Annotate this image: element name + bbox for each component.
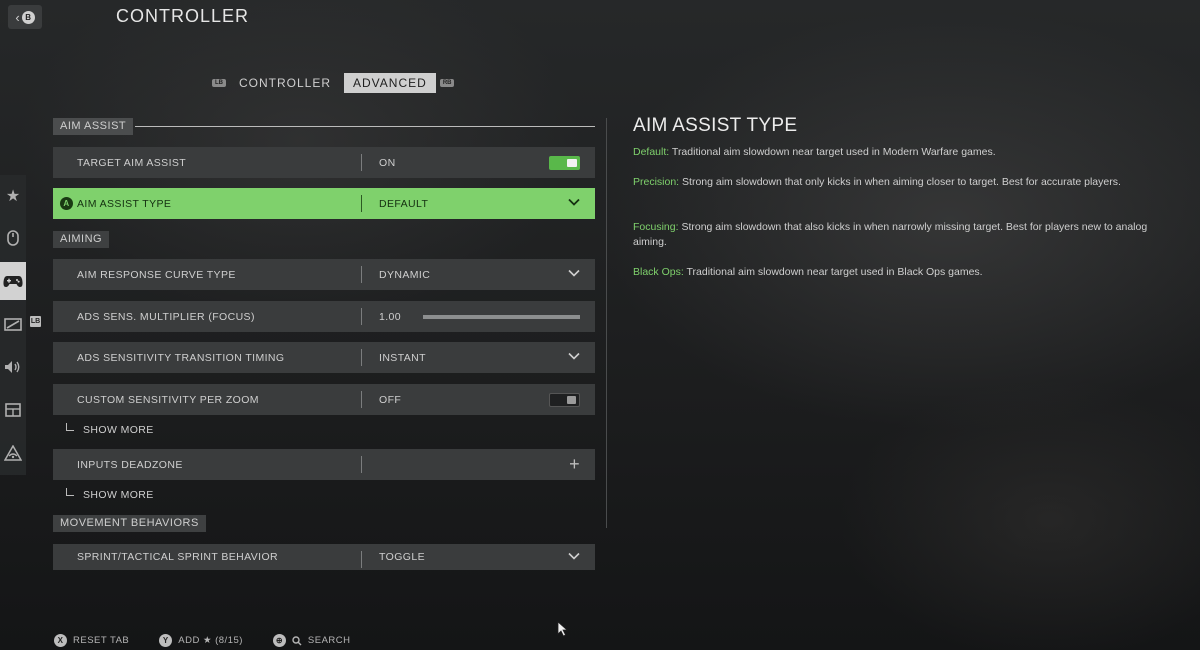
plus-icon[interactable]: + [569, 454, 580, 475]
sensitivity-slider[interactable] [423, 315, 580, 319]
tab-advanced[interactable]: ADVANCED [344, 73, 436, 93]
panel-divider [606, 118, 607, 528]
y-button-glyph: Y [159, 634, 173, 647]
tab-bar: LB CONTROLLER ADVANCED RB [212, 73, 455, 93]
detail-entry-focusing: Focusing: Strong aim slowdown that also … [633, 220, 1153, 250]
interface-icon[interactable] [0, 391, 26, 429]
show-more-link[interactable]: SHOW MORE [66, 423, 154, 436]
footer-bar: X RESET TAB Y ADD ★ (8/15) ⊕ SEARCH [54, 634, 351, 647]
sidebar: ★ [0, 175, 26, 475]
add-favorite-button[interactable]: ADD ★ (8/15) [178, 635, 243, 646]
row-label: AIM RESPONSE CURVE TYPE [77, 268, 236, 281]
row-aim-response-curve[interactable]: AIM RESPONSE CURVE TYPE DYNAMIC [53, 259, 595, 290]
entry-text: Traditional aim slowdown near target use… [669, 146, 996, 158]
chevron-down-icon[interactable] [567, 266, 581, 280]
tree-elbow-icon [66, 423, 74, 431]
row-aim-assist-type[interactable]: A AIM ASSIST TYPE DEFAULT [53, 188, 595, 219]
row-target-aim-assist[interactable]: TARGET AIM ASSIST ON [53, 147, 595, 178]
entry-key: Precision: [633, 176, 680, 188]
row-value: DYNAMIC [379, 268, 431, 281]
show-more-label: SHOW MORE [83, 424, 154, 436]
row-label: ADS SENSITIVITY TRANSITION TIMING [77, 351, 285, 364]
entry-text: Strong aim slowdown that also kicks in w… [633, 221, 1148, 248]
entry-key: Black Ops: [633, 266, 684, 278]
network-icon[interactable] [0, 434, 26, 472]
row-label: SPRINT/TACTICAL SPRINT BEHAVIOR [77, 551, 279, 563]
row-separator [361, 456, 362, 473]
row-separator [361, 154, 362, 171]
detail-entry-precision: Precision: Strong aim slowdown that only… [633, 175, 1153, 190]
show-more-link[interactable]: SHOW MORE [66, 488, 154, 501]
row-sprint-behavior[interactable]: SPRINT/TACTICAL SPRINT BEHAVIOR TOGGLE [53, 544, 595, 570]
row-ads-transition-timing[interactable]: ADS SENSITIVITY TRANSITION TIMING INSTAN… [53, 342, 595, 373]
detail-entry-default: Default: Traditional aim slowdown near t… [633, 145, 1153, 160]
row-label: AIM ASSIST TYPE [77, 197, 172, 210]
mouse-cursor-icon [557, 621, 569, 637]
toggle-switch-off[interactable] [549, 393, 580, 407]
bumper-tag: LB [30, 316, 41, 327]
section-movement-behaviors: MOVEMENT BEHAVIORS [53, 515, 206, 532]
entry-key: Default: [633, 146, 670, 158]
b-button-glyph: B [21, 10, 35, 24]
chevron-down-icon[interactable] [567, 549, 581, 563]
reset-tab-button[interactable]: RESET TAB [73, 635, 129, 646]
right-bumper-glyph: RB [439, 79, 455, 87]
detail-entry-black-ops: Black Ops: Traditional aim slowdown near… [633, 265, 1153, 280]
speaker-icon[interactable] [0, 348, 26, 386]
right-stick-glyph: ⊕ [272, 634, 286, 647]
section-aiming: AIMING [53, 231, 110, 248]
x-button-glyph: X [54, 634, 67, 647]
row-custom-sens-per-zoom[interactable]: CUSTOM SENSITIVITY PER ZOOM OFF [53, 384, 595, 415]
row-separator [361, 349, 362, 366]
entry-text: Strong aim slowdown that only kicks in w… [679, 176, 1121, 188]
row-separator [361, 551, 362, 568]
row-label: ADS SENS. MULTIPLIER (FOCUS) [77, 310, 255, 323]
row-value: OFF [379, 393, 402, 406]
display-icon[interactable] [0, 306, 26, 344]
row-value: INSTANT [379, 351, 426, 364]
detail-title: AIM ASSIST TYPE [633, 115, 798, 136]
star-icon[interactable]: ★ [0, 177, 26, 215]
a-button-glyph: A [60, 197, 73, 210]
row-value: ON [379, 156, 396, 169]
row-ads-sens-multiplier[interactable]: ADS SENS. MULTIPLIER (FOCUS) 1.00 [53, 301, 595, 332]
page-title: CONTROLLER [116, 6, 250, 26]
entry-text: Traditional aim slowdown near target use… [683, 266, 983, 278]
search-button[interactable]: SEARCH [308, 635, 351, 646]
tree-elbow-icon [66, 488, 74, 496]
show-more-label: SHOW MORE [83, 489, 154, 501]
gamepad-icon[interactable] [0, 262, 26, 300]
left-bumper-glyph: LB [212, 79, 226, 87]
row-separator [361, 266, 362, 283]
section-divider [135, 126, 595, 127]
row-inputs-deadzone[interactable]: INPUTS DEADZONE + [53, 449, 595, 480]
row-label: INPUTS DEADZONE [77, 458, 183, 471]
chevron-left-icon: ‹ [15, 9, 20, 25]
search-icon [292, 635, 302, 645]
row-separator [361, 391, 362, 408]
row-value: 1.00 [379, 310, 402, 323]
row-value: DEFAULT [379, 197, 429, 210]
row-label: CUSTOM SENSITIVITY PER ZOOM [77, 393, 259, 406]
chevron-down-icon[interactable] [567, 195, 581, 209]
chevron-down-icon[interactable] [567, 349, 581, 363]
back-button[interactable]: ‹ B [8, 5, 42, 29]
row-label: TARGET AIM ASSIST [77, 156, 187, 169]
row-value: TOGGLE [379, 551, 425, 563]
row-separator [361, 195, 362, 212]
entry-key: Focusing: [633, 221, 679, 233]
row-separator [361, 308, 362, 325]
mouse-icon[interactable] [0, 219, 26, 257]
tab-controller[interactable]: CONTROLLER [230, 73, 340, 93]
section-aim-assist: AIM ASSIST [53, 118, 134, 135]
toggle-switch-on[interactable] [549, 156, 580, 170]
